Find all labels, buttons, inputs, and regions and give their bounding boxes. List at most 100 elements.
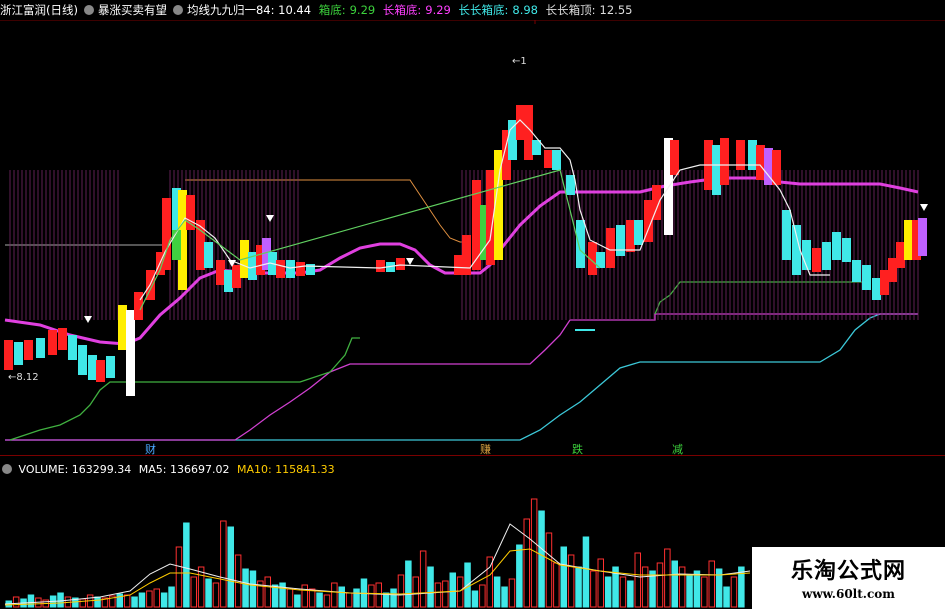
candlesticks: [4, 105, 927, 396]
watermark-title: 乐淘公式网: [790, 559, 906, 584]
volume-bar: [619, 576, 627, 608]
candle: [4, 340, 13, 370]
candle: [276, 260, 285, 278]
volume-bar: [382, 592, 390, 608]
volume-bar: [412, 576, 419, 608]
volume-settings-icon[interactable]: [2, 464, 12, 474]
volume-bar: [175, 546, 183, 608]
candle: [78, 345, 87, 375]
volume-bar: [427, 566, 434, 608]
candle: [872, 278, 881, 300]
settings-icon[interactable]: [83, 5, 94, 15]
candle: [96, 360, 105, 382]
settings-icon-2[interactable]: [172, 5, 183, 15]
ma-label: 均线九九归一84: 10.44: [186, 3, 312, 17]
candle: [196, 220, 205, 270]
volume-bar: [553, 562, 560, 608]
indicator-name[interactable]: 暴涨买卖有望: [98, 3, 167, 17]
candle: [106, 356, 115, 378]
candle: [224, 270, 233, 292]
volume-bar: [641, 566, 649, 608]
volume-bar: [308, 588, 316, 608]
volume-bar: [205, 578, 212, 608]
candle: [58, 328, 67, 350]
volume-bar: [604, 576, 612, 608]
volume-bar: [27, 594, 35, 608]
candle: [606, 228, 615, 268]
candle: [888, 258, 897, 282]
volume-bar: [567, 554, 575, 608]
volume-bar: [730, 576, 738, 608]
candle: [68, 335, 77, 360]
volume-bars: [5, 498, 745, 608]
volume-bar: [264, 576, 271, 608]
volume-bar: [471, 590, 479, 608]
volume-bar: [597, 558, 604, 608]
long-long-top-value: 12.55: [599, 3, 633, 17]
candle: [616, 225, 625, 256]
volume-bar: [183, 522, 190, 608]
volume-bar: [590, 570, 597, 608]
candle: [756, 145, 765, 180]
volume-bar: [12, 596, 20, 608]
volume-bar: [493, 576, 501, 608]
stock-title[interactable]: 浙江富润(日线): [0, 3, 78, 17]
candle: [552, 150, 561, 170]
price-chart[interactable]: ←8.12 ←1: [0, 20, 945, 460]
volume-bar: [664, 548, 671, 608]
triangle-marker: [920, 204, 928, 211]
candle: [454, 255, 463, 275]
volume-bar: [323, 594, 331, 608]
volume-bar: [693, 570, 701, 608]
volume-bar: [79, 598, 86, 608]
volume-bar: [123, 594, 131, 608]
long-box-bottom-label: 长箱底:: [382, 3, 422, 17]
volume-bar: [249, 570, 257, 608]
candle: [88, 355, 97, 380]
volume-ma5-line: [4, 523, 751, 605]
candle: [508, 120, 517, 160]
triangle-marker: [84, 316, 92, 323]
box-bottom-label: 箱底:: [318, 3, 346, 17]
candle: [772, 150, 781, 185]
volume-bar: [353, 588, 360, 608]
volume-bar: [375, 582, 382, 608]
candle: [172, 230, 181, 260]
volume-ma10: MA10: 115841.33: [236, 463, 335, 476]
candle: [862, 265, 871, 290]
candle: [880, 270, 889, 295]
small-dash: [575, 329, 595, 331]
panel-separator: [0, 455, 945, 456]
volume-bar: [523, 518, 530, 608]
candle: [782, 210, 791, 260]
volume-bar: [168, 586, 175, 608]
volume-bar: [331, 582, 338, 608]
candle: [852, 260, 861, 282]
long-box-bottom-line: [5, 313, 918, 441]
volume-bar: [627, 580, 634, 608]
low-price-label: ←8.12: [8, 372, 39, 383]
volume-bar: [190, 576, 197, 608]
volume-bar: [131, 596, 138, 608]
volume-bar: [368, 584, 375, 608]
volume-bar: [405, 560, 412, 608]
volume-bar: [456, 576, 464, 608]
candle: [186, 195, 195, 230]
volume-bar: [146, 590, 153, 608]
volume-bar: [516, 544, 523, 608]
volume-bar: [153, 588, 160, 608]
volume-bar: [449, 572, 456, 608]
watermark-url: www.60lt.com: [802, 587, 895, 601]
candle: [670, 140, 679, 175]
candle: [812, 248, 821, 272]
volume-bar: [242, 568, 249, 608]
volume-value: VOLUME: 163299.34: [18, 463, 132, 476]
long-long-top-line: [185, 179, 470, 243]
volume-bar: [345, 592, 353, 608]
candle: [720, 138, 729, 185]
watermark-logo: 乐淘公式网 www.60lt.com: [752, 547, 945, 609]
long-box-bottom-value: 9.29: [425, 3, 451, 17]
volume-bar: [160, 592, 168, 608]
volume-bar: [560, 546, 567, 608]
volume-bar: [671, 560, 678, 608]
